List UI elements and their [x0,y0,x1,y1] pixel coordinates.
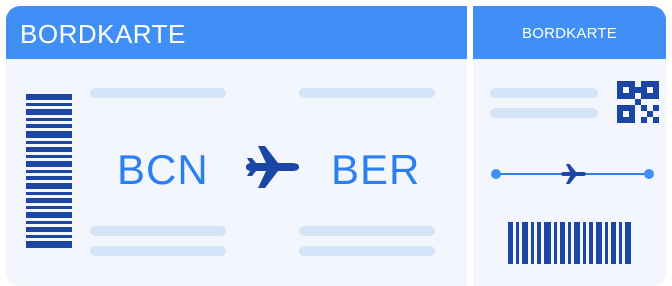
boarding-pass: BORDKARTE BCN BER BORDKARTE [6,6,666,286]
stub-title: BORDKARTE [522,25,617,42]
airplane-icon [246,146,299,188]
stub-header: BORDKARTE [473,6,666,59]
placeholder-line [90,226,226,236]
qr-code-icon [617,81,659,123]
route-line [491,164,654,184]
placeholder-line [90,246,226,256]
barcode-icon [26,94,72,248]
main-title: BORDKARTE [20,19,186,49]
placeholder-line [299,88,435,98]
main-header: BORDKARTE [6,6,467,59]
barcode-icon [508,222,638,264]
placeholder-line [490,88,598,98]
placeholder-line [299,226,435,236]
destination-code: BER [331,146,421,193]
boarding-pass-main: BORDKARTE BCN BER [6,6,467,286]
origin-code: BCN [117,146,209,193]
placeholder-line [490,108,598,118]
placeholder-line [90,88,226,98]
placeholder-line [299,246,435,256]
